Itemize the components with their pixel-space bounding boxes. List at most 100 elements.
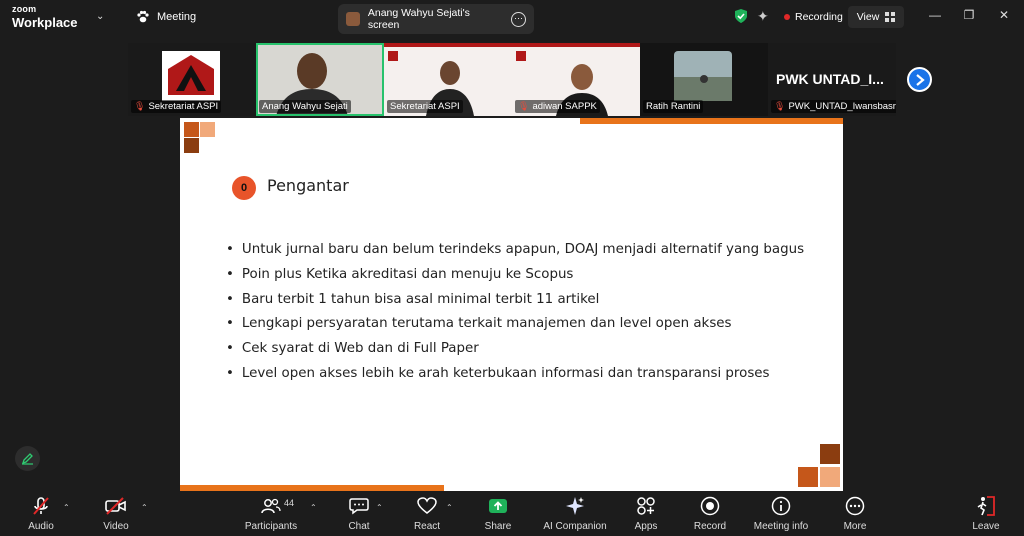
share-label: Share (484, 521, 512, 532)
recording-indicator[interactable]: Recording (784, 11, 843, 23)
react-label: React (413, 521, 441, 532)
leave-icon (977, 496, 995, 516)
bullet-item: Untuk jurnal baru dan belum terindeks ap… (226, 238, 804, 263)
more-options-icon[interactable]: ··· (511, 11, 526, 27)
mic-muted-icon: 🎙 (518, 101, 530, 111)
ai-sparkle-icon (566, 497, 584, 515)
aspi-logo (162, 51, 220, 101)
paw-icon (137, 10, 149, 23)
share-screen-icon (489, 499, 507, 513)
participants-options-caret-icon[interactable]: ⌃ (310, 503, 317, 512)
chat-label: Chat (348, 521, 370, 532)
react-options-caret-icon[interactable]: ⌃ (446, 503, 453, 512)
participant-tile[interactable]: 🎙 adiwan SAPPK (512, 43, 640, 116)
ai-companion-button[interactable]: AI Companion (542, 494, 608, 536)
bullet-item: Lengkapi persyaratan terutama terkait ma… (226, 312, 804, 337)
apps-button[interactable]: Apps (632, 494, 660, 536)
section-number-badge: 0 (232, 176, 256, 200)
close-icon[interactable]: ✕ (997, 8, 1011, 22)
view-label: View (856, 11, 880, 23)
participant-tile-active[interactable]: Anang Wahyu Sejati (256, 43, 384, 116)
screen-share-label: Anang Wahyu Sejati's screen (367, 7, 470, 31)
participant-name: Anang Wahyu Sejati (259, 100, 351, 113)
decor-square (184, 122, 199, 137)
ai-companion-label: AI Companion (543, 521, 607, 532)
slide-accent-line (180, 485, 444, 491)
decor-square (820, 467, 840, 487)
view-button[interactable]: View (848, 6, 904, 28)
presenter-avatar (346, 12, 360, 26)
brand-top: zoom (12, 4, 37, 14)
video-button[interactable]: Video (98, 494, 134, 536)
apps-label: Apps (634, 521, 658, 532)
participant-name: 🎙 Sekretariat ASPI (131, 100, 222, 113)
participant-strip: 🎙 Sekretariat ASPI Anang Wahyu Sejati Sek… (128, 43, 896, 116)
participants-count: 44 (284, 498, 295, 508)
audio-button[interactable]: Audio (22, 494, 60, 536)
more-button[interactable]: More (840, 494, 870, 536)
shared-screen-slide: 0 Pengantar Untuk jurnal baru dan belum … (180, 118, 843, 491)
more-icon (845, 496, 865, 516)
brand-bottom: Workplace (12, 15, 78, 30)
apps-icon (637, 497, 655, 515)
leave-button[interactable]: Leave (970, 494, 1002, 536)
shield-check-icon[interactable] (734, 8, 748, 24)
share-button[interactable]: Share (484, 494, 512, 536)
recording-label: Recording (795, 11, 843, 23)
react-button[interactable]: React (412, 494, 442, 536)
pencil-icon (21, 453, 33, 465)
recording-dot-icon (784, 14, 790, 20)
chat-icon (349, 498, 369, 515)
bullet-item: Poin plus Ketika akreditasi dan menuju k… (226, 263, 804, 288)
participant-display-name: PWK UNTAD_I... (776, 71, 884, 87)
zoom-logo[interactable]: zoom Workplace (12, 4, 78, 30)
meeting-label: Meeting (157, 11, 197, 23)
mic-muted-icon: 🎙 (774, 101, 786, 111)
chevron-right-icon (915, 73, 925, 86)
video-options-caret-icon[interactable]: ⌃ (141, 503, 148, 512)
decor-square (200, 122, 215, 137)
meeting-toolbar: Audio ⌃ Video ⌃ Participants 44 ⌃ Chat ⌃… (0, 494, 1024, 536)
meeting-info-button[interactable]: Meeting info (750, 494, 812, 536)
video-off-icon (105, 497, 126, 515)
participant-avatar-photo (674, 51, 732, 101)
slide-accent-line (580, 118, 843, 124)
slide-title: Pengantar (267, 176, 349, 195)
top-bar: zoom Workplace ⌄ Meeting Anang Wahyu Sej… (0, 0, 1024, 38)
restore-icon[interactable]: ❐ (962, 8, 976, 22)
meeting-info-label: Meeting info (753, 521, 809, 532)
meeting-menu-button[interactable]: Meeting (136, 10, 196, 24)
chat-options-caret-icon[interactable]: ⌃ (376, 503, 383, 512)
minimize-icon[interactable]: — (928, 8, 942, 22)
chat-button[interactable]: Chat (344, 494, 374, 536)
audio-options-caret-icon[interactable]: ⌃ (63, 503, 70, 512)
next-page-button[interactable] (907, 67, 932, 92)
bullet-item: Cek syarat di Web dan di Full Paper (226, 337, 804, 362)
decor-square (820, 444, 840, 464)
record-icon (700, 496, 720, 516)
more-label: More (843, 521, 867, 532)
decor-square (798, 467, 818, 487)
video-label: Video (103, 521, 129, 532)
participant-name: Ratih Rantini (643, 100, 704, 113)
participant-tile[interactable]: Ratih Rantini (640, 43, 768, 116)
bullet-item: Level open akses lebih ke arah keterbuka… (226, 362, 804, 387)
mic-muted-icon: 🎙 (134, 101, 146, 111)
annotate-pen-button[interactable] (15, 446, 40, 471)
decor-square (184, 138, 199, 153)
participants-icon (261, 498, 281, 514)
participants-label: Participants (244, 521, 298, 532)
chevron-down-icon[interactable]: ⌄ (96, 11, 104, 22)
sparkle-icon[interactable]: ✦ (757, 8, 769, 25)
bullet-list: Untuk jurnal baru dan belum terindeks ap… (226, 238, 804, 387)
record-button[interactable]: Record (692, 494, 728, 536)
participant-tile[interactable]: 🎙 Sekretariat ASPI (128, 43, 256, 116)
participant-name: Sekretariat ASPI (387, 100, 463, 113)
info-icon (771, 496, 791, 516)
participant-tile[interactable]: PWK UNTAD_I... 🎙PWK_UNTAD_IwansbasriSC (768, 43, 896, 116)
participant-tile[interactable]: Sekretariat ASPI (384, 43, 512, 116)
screen-share-tab[interactable]: Anang Wahyu Sejati's screen ··· (338, 4, 534, 34)
bullet-item: Baru terbit 1 tahun bisa asal minimal te… (226, 288, 804, 313)
audio-label: Audio (28, 521, 54, 532)
participant-name: 🎙 adiwan SAPPK (515, 100, 600, 113)
